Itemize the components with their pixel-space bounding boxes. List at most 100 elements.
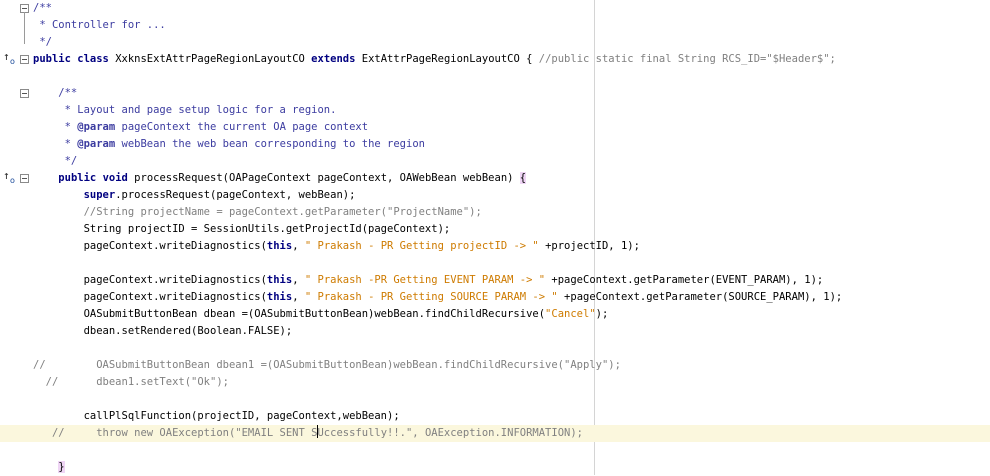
- fold-toggle-icon[interactable]: [20, 89, 29, 98]
- fold-toggle-icon[interactable]: [20, 174, 29, 183]
- code-line-text: pageContext.writeDiagnostics(this, " Pra…: [33, 238, 640, 255]
- code-line[interactable]: // dbean1.setText("Ok");: [0, 374, 990, 391]
- code-line[interactable]: callPlSqlFunction(projectID, pageContext…: [0, 408, 990, 425]
- code-line[interactable]: OASubmitButtonBean dbean =(OASubmitButto…: [0, 306, 990, 323]
- code-token: *: [33, 138, 78, 150]
- code-token: "Cancel": [545, 308, 596, 320]
- code-token: processRequest(OAPageContext pageContext…: [127, 172, 520, 184]
- code-token: " Prakash -PR Getting EVENT PARAM -> ": [304, 274, 546, 286]
- code-token: );: [829, 291, 843, 303]
- code-token: */: [33, 36, 52, 48]
- code-line-text: * Controller for ...: [33, 17, 165, 34]
- code-line-text: * @param pageContext the current OA page…: [33, 119, 368, 136]
- code-line[interactable]: [0, 391, 990, 408]
- code-token: );: [810, 274, 824, 286]
- code-token: *: [33, 121, 78, 133]
- code-token: .processRequest(pageContext, webBean);: [115, 189, 356, 201]
- code-token: ,: [292, 240, 305, 252]
- override-method-icon[interactable]: ↑ o: [3, 50, 17, 66]
- code-line-text: */: [33, 153, 78, 170]
- code-line[interactable]: String projectID = SessionUtils.getProje…: [0, 221, 990, 238]
- code-line[interactable]: pageContext.writeDiagnostics(this, " Pra…: [0, 238, 990, 255]
- code-token: String projectID = SessionUtils.getProje…: [33, 223, 451, 235]
- code-line[interactable]: pageContext.writeDiagnostics(this, " Pra…: [0, 272, 990, 289]
- code-token: */: [33, 155, 78, 167]
- code-token: * Layout and page setup logic for a regi…: [33, 104, 337, 116]
- code-token: +projectID,: [538, 240, 621, 252]
- code-line[interactable]: pageContext.writeDiagnostics(this, " Pra…: [0, 289, 990, 306]
- code-token: pageContext the current OA page context: [115, 121, 369, 133]
- code-line[interactable]: /**: [0, 85, 990, 102]
- code-token: public: [58, 172, 97, 184]
- code-token: dbean.setRendered(Boolean.FALSE);: [33, 325, 293, 337]
- code-token: pageContext.writeDiagnostics(: [33, 291, 267, 303]
- code-token: OASubmitButtonBean dbean =(OASubmitButto…: [33, 308, 546, 320]
- code-token: ,: [292, 274, 305, 286]
- code-line[interactable]: public void processRequest(OAPageContext…: [0, 169, 990, 187]
- code-token: public: [33, 53, 71, 65]
- code-line[interactable]: * Layout and page setup logic for a regi…: [0, 102, 990, 119]
- code-token: /**: [33, 2, 52, 14]
- code-token: +pageContext.getParameter(EVENT_PARAM),: [545, 274, 805, 286]
- code-line[interactable]: dbean.setRendered(Boolean.FALSE);: [0, 323, 990, 340]
- code-line[interactable]: [0, 442, 990, 459]
- code-line[interactable]: [0, 68, 990, 85]
- code-token: " Prakash - PR Getting projectID -> ": [304, 240, 539, 252]
- code-token: }: [58, 461, 65, 473]
- code-token: /**: [33, 87, 78, 99]
- code-line-text: super.processRequest(pageContext, webBea…: [33, 187, 356, 204]
- code-token: void: [102, 172, 128, 184]
- code-line-text: pageContext.writeDiagnostics(this, " Pra…: [33, 289, 843, 306]
- code-line-text: String projectID = SessionUtils.getProje…: [33, 221, 451, 238]
- code-line-text: //String projectName = pageContext.getPa…: [33, 204, 482, 221]
- code-token: );: [595, 308, 609, 320]
- code-line-text: * Layout and page setup logic for a regi…: [33, 102, 337, 119]
- code-line[interactable]: * @param webBean the web bean correspond…: [0, 136, 990, 153]
- code-token: XxknsExtAttrPageRegionLayoutCO: [108, 53, 312, 65]
- code-token: class: [77, 53, 109, 65]
- code-token: // throw new OAException("EMAIL SENT S: [33, 427, 318, 439]
- code-token: " Prakash - PR Getting SOURCE PARAM -> ": [304, 291, 558, 303]
- code-line-text: }: [33, 459, 65, 476]
- code-line[interactable]: //String projectName = pageContext.getPa…: [0, 204, 990, 221]
- code-line-text: callPlSqlFunction(projectID, pageContext…: [33, 408, 400, 425]
- code-line[interactable]: * Controller for ...: [0, 17, 990, 34]
- fold-guide-line: [24, 12, 25, 44]
- code-line[interactable]: }: [0, 459, 990, 476]
- code-token: this: [266, 291, 293, 303]
- code-token: this: [266, 274, 293, 286]
- code-token: pageContext.writeDiagnostics(: [33, 274, 267, 286]
- code-line[interactable]: // OASubmitButtonBean dbean1 =(OASubmitB…: [0, 357, 990, 374]
- code-line-text: /**: [33, 85, 77, 102]
- code-token: this: [266, 240, 293, 252]
- code-line[interactable]: public class XxknsExtAttrPageRegionLayou…: [0, 50, 990, 68]
- code-line-text: * @param webBean the web bean correspond…: [33, 136, 425, 153]
- code-token: );: [627, 240, 640, 252]
- code-line[interactable]: [0, 340, 990, 357]
- code-token: ExtAttrPageRegionLayoutCO {: [355, 53, 539, 65]
- code-line-text: // throw new OAException("EMAIL SENT SUc…: [33, 425, 583, 442]
- code-token: //String projectName = pageContext.getPa…: [33, 206, 482, 218]
- code-line[interactable]: // throw new OAException("EMAIL SENT SUc…: [0, 425, 990, 442]
- code-token: callPlSqlFunction(projectID, pageContext…: [33, 410, 400, 422]
- code-token: +pageContext.getParameter(SOURCE_PARAM),: [557, 291, 824, 303]
- code-line[interactable]: * @param pageContext the current OA page…: [0, 119, 990, 136]
- code-line[interactable]: /**: [0, 0, 990, 17]
- code-line[interactable]: super.processRequest(pageContext, webBea…: [0, 187, 990, 204]
- code-line[interactable]: [0, 255, 990, 272]
- code-line-text: public class XxknsExtAttrPageRegionLayou…: [33, 51, 836, 68]
- code-line-text: /**: [33, 0, 52, 17]
- code-token: Uccessfully!!.", OAException.INFORMATION…: [317, 427, 583, 439]
- code-line-text: pageContext.writeDiagnostics(this, " Pra…: [33, 272, 824, 289]
- fold-toggle-icon[interactable]: [20, 55, 29, 64]
- code-line[interactable]: */: [0, 153, 990, 170]
- code-line-text: */: [33, 34, 52, 51]
- code-token: super: [83, 189, 116, 201]
- code-line[interactable]: */: [0, 34, 990, 51]
- code-line-text: // dbean1.setText("Ok");: [33, 374, 229, 391]
- code-token: extends: [311, 53, 356, 65]
- override-method-icon[interactable]: ↑ o: [3, 169, 17, 185]
